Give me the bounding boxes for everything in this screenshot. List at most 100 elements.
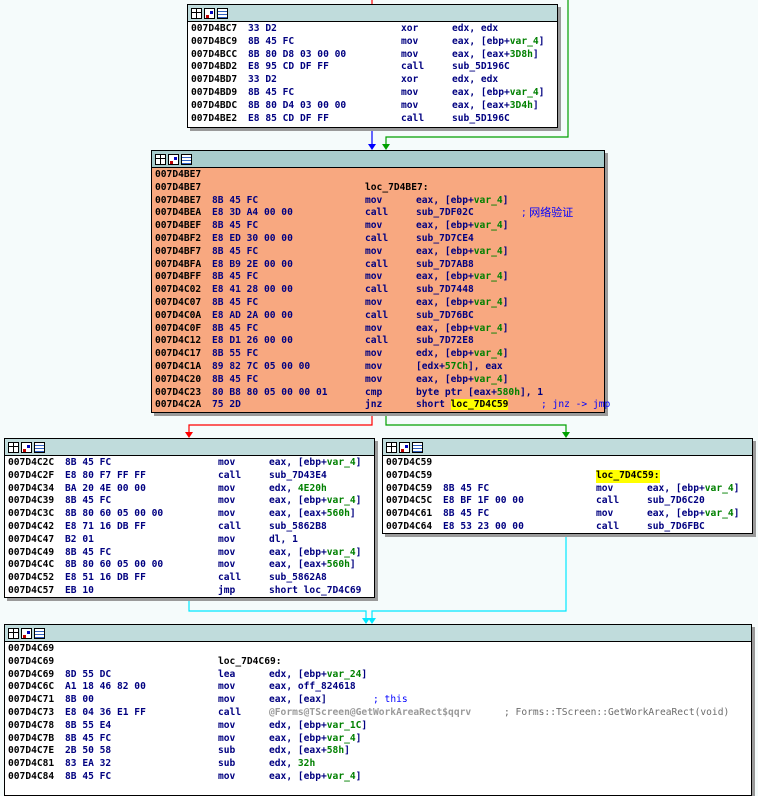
mnemonic[interactable]: mov	[365, 195, 382, 208]
operand[interactable]: edx, edx	[452, 74, 498, 87]
instruction-row[interactable]: 007D4C64 E8 53 23 00 00 call sub_7D6FBC	[386, 521, 752, 534]
instruction-row[interactable]: 007D4C7B 8B 45 FC mov eax, [ebp+var_4]	[8, 733, 751, 746]
instruction-row[interactable]: 007D4C73 E8 04 36 E1 FF call @Forms@TScreen…	[8, 707, 751, 720]
operand[interactable]: eax, [ebp+var_4]	[416, 195, 508, 208]
code-block-7D4C59[interactable]: 007D4C59 007D4C59 loc_7D4C59: 007D4C59 8B 45…	[382, 438, 753, 534]
instruction-row[interactable]: 007D4BCC 8B 80 D8 03 00 00 mov eax, [eax+3D…	[191, 49, 557, 62]
instruction-row[interactable]: 007D4C4C 8B 80 60 05 00 00 mov eax, [eax+56…	[8, 559, 374, 572]
operand[interactable]: edx, 32h	[269, 758, 315, 771]
mnemonic[interactable]: mov	[218, 720, 235, 733]
mnemonic[interactable]: mov	[218, 508, 235, 521]
graph-icon[interactable]	[168, 153, 179, 165]
mnemonic[interactable]: call	[218, 470, 241, 483]
operand[interactable]: sub_7D43E4	[269, 470, 327, 483]
mnemonic[interactable]: mov	[365, 361, 382, 374]
instruction-row[interactable]: 007D4C23 80 B8 80 05 00 00 01 cmp byte ptr …	[155, 387, 604, 400]
operand[interactable]: byte ptr [eax+580h], 1	[416, 387, 543, 400]
operand[interactable]: eax, [ebp+var_4]	[416, 271, 508, 284]
instruction-row[interactable]: 007D4C69 loc_7D4C69:	[8, 656, 751, 669]
instruction-row[interactable]: 007D4BC9 8B 45 FC mov eax, [ebp+var_4]	[191, 36, 557, 49]
mnemonic[interactable]: mov	[365, 374, 382, 387]
operand[interactable]: [edx+57Ch], eax	[416, 361, 503, 374]
instruction-row[interactable]: 007D4BD9 8B 45 FC mov eax, [ebp+var_4]	[191, 87, 557, 100]
operand[interactable]: sub_7D76BC	[416, 310, 474, 323]
instruction-row[interactable]: 007D4C69	[8, 643, 751, 656]
mnemonic[interactable]: mov	[218, 483, 235, 496]
instruction-row[interactable]: 007D4C6C A1 18 46 82 00 mov eax, off_824618	[8, 681, 751, 694]
mnemonic[interactable]: call	[365, 207, 388, 220]
operand[interactable]: eax, [ebp+var_4]	[269, 733, 361, 746]
grid-icon[interactable]	[155, 153, 166, 165]
operand[interactable]: eax, [ebp+var_4]	[416, 220, 508, 233]
mnemonic[interactable]: mov	[401, 87, 418, 100]
grid-icon[interactable]	[8, 627, 19, 639]
mnemonic[interactable]: call	[365, 335, 388, 348]
mnemonic[interactable]: jmp	[218, 585, 235, 598]
mnemonic[interactable]: jnz	[365, 399, 382, 412]
operand[interactable]: sub_5862A8	[269, 572, 327, 585]
mnemonic[interactable]: mov	[218, 534, 235, 547]
grid-icon[interactable]	[8, 441, 19, 453]
instruction-row[interactable]: 007D4C7E 2B 50 58 sub edx, [eax+58h]	[8, 745, 751, 758]
instruction-row[interactable]: 007D4C42 E8 71 16 DB FF call sub_5862B8	[8, 521, 374, 534]
operand[interactable]: eax, [ebp+var_4]	[416, 323, 508, 336]
instruction-row[interactable]: 007D4C47 B2 01 mov dl, 1	[8, 534, 374, 547]
mnemonic[interactable]: mov	[401, 49, 418, 62]
mnemonic[interactable]: call	[401, 61, 424, 74]
mnemonic[interactable]: xor	[401, 74, 418, 87]
operand[interactable]: eax, [eax+3D4h]	[452, 100, 539, 113]
instruction-row[interactable]: 007D4C0F 8B 45 FC mov eax, [ebp+var_4]	[155, 323, 604, 336]
instruction-row[interactable]: 007D4C02 E8 41 28 00 00 call sub_7D7448	[155, 284, 604, 297]
instruction-row[interactable]: 007D4C2A 75 2D jnz short loc_7D4C59 ; jnz ->…	[155, 399, 610, 412]
mnemonic[interactable]: lea	[218, 669, 235, 682]
operand[interactable]: eax, off_824618	[269, 681, 356, 694]
instruction-row[interactable]: 007D4BFF 8B 45 FC mov eax, [ebp+var_4]	[155, 271, 604, 284]
operand[interactable]: dl, 1	[269, 534, 298, 547]
operand[interactable]: sub_7D7CE4	[416, 233, 474, 246]
grid-icon[interactable]	[386, 441, 397, 453]
mnemonic[interactable]: mov	[365, 297, 382, 310]
operand[interactable]: eax, [ebp+var_4]	[452, 36, 544, 49]
operand[interactable]: eax, [ebp+var_4]	[416, 297, 508, 310]
operand[interactable]: sub_5D196C	[452, 113, 510, 126]
operand[interactable]: eax, [eax]	[269, 694, 327, 707]
operand[interactable]: sub_5862B8	[269, 521, 327, 534]
mnemonic[interactable]: mov	[365, 348, 382, 361]
instruction-row[interactable]: 007D4C5C E8 BF 1F 00 00 call sub_7D6C20	[386, 495, 752, 508]
instruction-row[interactable]: 007D4BD7 33 D2 xor edx, edx	[191, 74, 557, 87]
operand[interactable]: eax, [eax+3D8h]	[452, 49, 539, 62]
instruction-row[interactable]: 007D4C17 8B 55 FC mov edx, [ebp+var_4]	[155, 348, 604, 361]
instruction-row[interactable]: 007D4BDC 8B 80 D4 03 00 00 mov eax, [eax+3D…	[191, 100, 557, 113]
instruction-row[interactable]: 007D4BD2 E8 95 CD DF FF call sub_5D196C	[191, 61, 557, 74]
mnemonic[interactable]: mov	[218, 457, 235, 470]
mnemonic[interactable]: call	[365, 233, 388, 246]
mnemonic[interactable]: mov	[596, 508, 613, 521]
instruction-row[interactable]: 007D4C71 8B 00 mov eax, [eax] ; this	[8, 694, 751, 707]
operand[interactable]: edx, edx	[452, 23, 498, 36]
operand[interactable]: sub_5D196C	[452, 61, 510, 74]
instruction-row[interactable]: 007D4C2C 8B 45 FC mov eax, [ebp+var_4]	[8, 457, 374, 470]
instruction-row[interactable]: 007D4C20 8B 45 FC mov eax, [ebp+var_4]	[155, 374, 604, 387]
operand[interactable]: sub_7D7448	[416, 284, 474, 297]
mnemonic[interactable]: mov	[218, 733, 235, 746]
instruction-row[interactable]: 007D4C61 8B 45 FC mov eax, [ebp+var_4]	[386, 508, 752, 521]
instruction-row[interactable]: 007D4BC7 33 D2 xor edx, edx	[191, 23, 557, 36]
operand[interactable]: sub_7D7AB8	[416, 259, 474, 272]
instruction-row[interactable]: 007D4C59 loc_7D4C59:	[386, 469, 752, 483]
mnemonic[interactable]: mov	[218, 495, 235, 508]
mnemonic[interactable]: mov	[401, 36, 418, 49]
operand[interactable]: @Forms@TScreen@GetWorkAreaRect$qqrv	[269, 707, 471, 720]
instruction-row[interactable]: 007D4C59	[386, 457, 752, 470]
operand[interactable]: short loc_7D4C59	[416, 399, 509, 412]
code-block-7D4BE7[interactable]: 007D4BE7 007D4BE7 loc_7D4BE7: 007D4BE7 8B 45…	[151, 150, 610, 413]
mnemonic[interactable]: call	[218, 707, 241, 720]
instruction-row[interactable]: 007D4BEF 8B 45 FC mov eax, [ebp+var_4]	[155, 220, 604, 233]
instruction-row[interactable]: 007D4C81 83 EA 32 sub edx, 32h	[8, 758, 751, 771]
mnemonic[interactable]: sub	[218, 745, 235, 758]
operand[interactable]: eax, [ebp+var_4]	[416, 374, 508, 387]
graph-icon[interactable]	[21, 627, 32, 639]
instruction-row[interactable]: 007D4C69 8D 55 DC lea edx, [ebp+var_24]	[8, 669, 751, 682]
mnemonic[interactable]: mov	[218, 559, 235, 572]
list-icon[interactable]	[34, 441, 45, 453]
instruction-row[interactable]: 007D4C0A E8 AD 2A 00 00 call sub_7D76BC	[155, 310, 604, 323]
